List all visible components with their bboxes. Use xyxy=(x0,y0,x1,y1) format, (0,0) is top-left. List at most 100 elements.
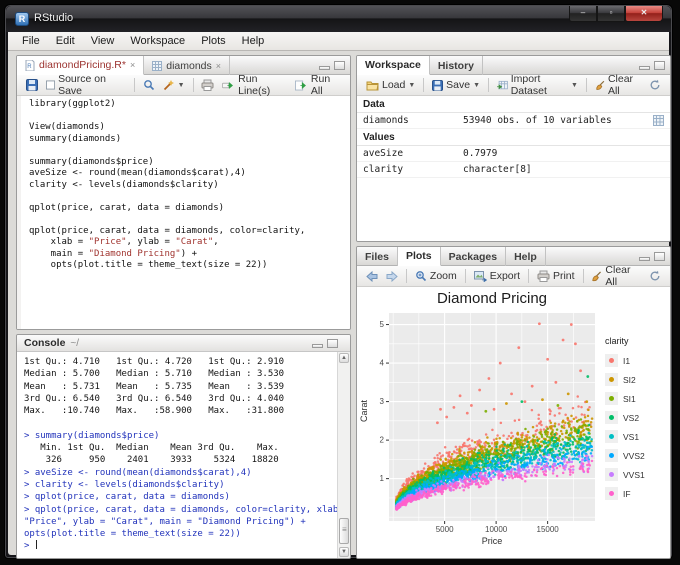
tab-files[interactable]: Files xyxy=(357,247,398,266)
menu-edit[interactable]: Edit xyxy=(48,33,83,49)
menu-help[interactable]: Help xyxy=(234,33,273,49)
source-on-save-checkbox[interactable]: Source on Save xyxy=(42,72,130,98)
pane-minimize-icon[interactable] xyxy=(639,257,650,261)
previous-plot-button[interactable] xyxy=(362,270,382,283)
window-controls: – ▫ ✕ xyxy=(569,6,663,22)
workspace-object-row[interactable]: aveSize0.7979 xyxy=(357,146,670,162)
console-line: 3rd Qu.: 6.540 3rd Qu.: 6.540 3rd Qu.: 4… xyxy=(24,393,335,405)
scroll-up-icon[interactable]: ▲ xyxy=(339,353,349,363)
run-lines-button[interactable]: Run Line(s) xyxy=(218,72,291,98)
console-line: opts(plot.title = theme_text(size = 22)) xyxy=(24,528,335,540)
dropdown-caret-icon: ▼ xyxy=(571,82,578,89)
tab-history[interactable]: History xyxy=(430,56,483,75)
print-button[interactable] xyxy=(197,78,218,92)
printer-icon xyxy=(201,79,214,91)
workspace-section-header: Values xyxy=(357,129,670,146)
scrollbar-thumb[interactable] xyxy=(339,518,349,544)
workspace-section-header: Data xyxy=(357,96,670,113)
tab-close-icon[interactable]: × xyxy=(216,61,221,71)
refresh-plot-button[interactable] xyxy=(645,269,665,283)
code-line: opts(plot.title = theme_text(size = 22)) xyxy=(29,260,346,272)
tab-help[interactable]: Help xyxy=(506,247,546,266)
legend-entry: VS2 xyxy=(605,408,667,427)
tab-packages[interactable]: Packages xyxy=(441,247,506,266)
view-data-grid-icon[interactable] xyxy=(653,115,664,126)
pane-maximize-icon[interactable] xyxy=(327,339,338,348)
plot-viewer: Diamond Pricing Carat Price clarity I1SI… xyxy=(357,287,670,558)
workspace-object-row[interactable]: claritycharacter[8] xyxy=(357,162,670,178)
minimize-button[interactable]: – xyxy=(569,6,597,22)
console-scrollbar[interactable]: ▲ ▼ xyxy=(337,352,350,558)
code-tools-button[interactable]: ▼ xyxy=(159,78,189,92)
refresh-button[interactable] xyxy=(645,78,665,92)
tab-workspace[interactable]: Workspace xyxy=(357,56,430,75)
legend-key-swatch xyxy=(605,392,618,405)
tab-diamonds[interactable]: diamonds × xyxy=(144,56,230,75)
code-line: summary(diamonds$price) xyxy=(29,157,346,169)
object-name: aveSize xyxy=(363,148,463,159)
pane-minimize-icon[interactable] xyxy=(639,66,650,70)
menu-file[interactable]: File xyxy=(14,33,48,49)
run-all-button[interactable]: Run All xyxy=(291,72,345,98)
workspace-object-list: Datadiamonds53940 obs. of 10 variablesVa… xyxy=(357,96,670,241)
pane-maximize-icon[interactable] xyxy=(654,252,665,261)
tab-plots[interactable]: Plots xyxy=(398,247,441,266)
save-workspace-button[interactable]: Save ▼ xyxy=(428,78,484,92)
rstudio-window: R RStudio – ▫ ✕ File Edit View Workspace… xyxy=(4,4,673,559)
object-value: 0.7979 xyxy=(463,148,664,159)
next-plot-button[interactable] xyxy=(382,270,402,283)
code-line xyxy=(29,191,346,203)
refresh-icon xyxy=(649,79,661,91)
legend-entry: I1 xyxy=(605,351,667,370)
run-all-label: Run All xyxy=(311,73,341,97)
code-editor-area[interactable]: library(ggplot2) View(diamonds)summary(d… xyxy=(17,96,350,329)
clear-all-label: Clear All xyxy=(608,73,641,97)
pane-minimize-icon[interactable] xyxy=(312,344,323,348)
clear-all-plots-button[interactable]: Clear All xyxy=(587,263,645,289)
export-plot-button[interactable]: Export xyxy=(470,269,524,283)
close-button[interactable]: ✕ xyxy=(625,6,663,22)
workspace-object-row[interactable]: diamonds53940 obs. of 10 variables xyxy=(357,113,670,129)
tab-label: History xyxy=(438,60,474,72)
console-line: Mean : 5.731 Mean : 5.735 Mean : 3.539 xyxy=(24,381,335,393)
code-line xyxy=(29,145,346,157)
scroll-down-icon[interactable]: ▼ xyxy=(339,547,349,557)
find-replace-button[interactable] xyxy=(139,78,159,92)
editor-tab-label: diamondPricing.R* xyxy=(39,59,126,71)
save-button[interactable] xyxy=(22,78,42,92)
tab-label: Workspace xyxy=(365,59,421,71)
console-output[interactable]: 1st Qu.: 4.710 1st Qu.: 4.720 1st Qu.: 2… xyxy=(17,352,337,558)
clear-all-button[interactable]: Clear All xyxy=(591,72,645,98)
menu-plots[interactable]: Plots xyxy=(193,33,233,49)
console-line: 326 950 2401 3933 5324 18820 xyxy=(24,454,335,466)
print-label: Print xyxy=(553,270,575,282)
pane-maximize-icon[interactable] xyxy=(334,61,345,70)
broom-icon xyxy=(595,80,605,91)
console-working-dir: ~/ xyxy=(70,338,79,349)
x-axis-label: Price xyxy=(389,536,595,546)
menu-bar: File Edit View Workspace Plots Help xyxy=(8,32,669,51)
legend-entry: IF xyxy=(605,484,667,503)
r-script-icon: R xyxy=(25,60,35,71)
print-plot-button[interactable]: Print xyxy=(533,269,579,283)
console-line: > xyxy=(24,540,335,552)
menu-workspace[interactable]: Workspace xyxy=(122,33,193,49)
console-panel: Console ~/ 1st Qu.: 4.710 1st Qu.: 4.720… xyxy=(16,334,351,559)
save-icon xyxy=(432,80,443,91)
tab-close-icon[interactable]: × xyxy=(130,60,135,70)
editor-toolbar: Source on Save ▼ xyxy=(17,75,350,96)
load-workspace-button[interactable]: Load ▼ xyxy=(362,78,419,92)
legend-label: VS1 xyxy=(623,432,639,442)
import-dataset-button[interactable]: Import Dataset ▼ xyxy=(493,72,582,98)
export-icon xyxy=(474,271,487,282)
title-bar[interactable]: R RStudio – ▫ ✕ xyxy=(6,6,671,32)
legend-label: SI2 xyxy=(623,375,636,385)
pane-minimize-icon[interactable] xyxy=(319,66,330,70)
plots-toolbar: Zoom Export Print Clear Al xyxy=(357,266,670,287)
magnifier-icon xyxy=(143,79,155,91)
svg-text:R: R xyxy=(27,64,32,70)
maximize-button[interactable]: ▫ xyxy=(597,6,625,22)
zoom-plot-button[interactable]: Zoom xyxy=(411,269,461,283)
menu-view[interactable]: View xyxy=(83,33,123,49)
pane-maximize-icon[interactable] xyxy=(654,61,665,70)
